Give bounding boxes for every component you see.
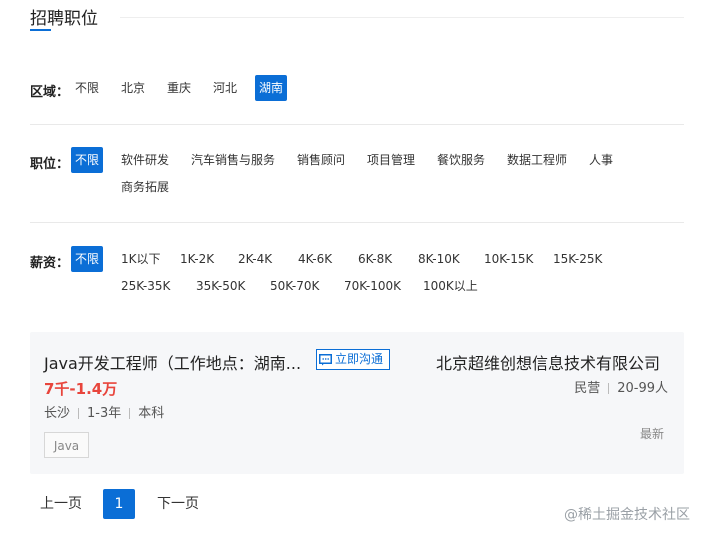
salary-option-10k-15k[interactable]: 10K-15K [484, 246, 533, 272]
company-meta: 民营 20-99人 [574, 377, 668, 396]
filter-label-position: 职位： [30, 157, 70, 172]
salary-option-70k-100k[interactable]: 70K-100K [344, 273, 401, 299]
position-option-data-engineer[interactable]: 数据工程师 [507, 147, 567, 173]
job-city: 长沙 [44, 406, 71, 421]
prev-page-button[interactable]: 上一页 [40, 494, 82, 514]
position-option-sales-consultant[interactable]: 销售顾问 [297, 147, 345, 173]
meta-separator [608, 383, 610, 394]
job-skill-tag: Java [44, 432, 89, 458]
chat-button-label: 立即沟通 [335, 352, 384, 366]
salary-option-15k-25k[interactable]: 15K-25K [553, 246, 602, 272]
position-option-any[interactable]: 不限 [71, 147, 104, 173]
salary-option-2k-4k[interactable]: 2K-4K [238, 246, 272, 272]
region-option-any[interactable]: 不限 [75, 75, 99, 101]
filter-label-salary: 薪资： [30, 256, 70, 271]
chat-button[interactable]: 立即沟通 [316, 349, 390, 370]
position-option-hr[interactable]: 人事 [589, 147, 613, 173]
job-meta: 长沙 1-3年 本科 [44, 402, 164, 421]
filter-label-region: 区域： [30, 85, 70, 100]
meta-separator [78, 408, 80, 419]
position-option-project-management[interactable]: 项目管理 [367, 147, 415, 173]
company-name[interactable]: 北京超维创想信息技术有限公司 [436, 350, 660, 374]
region-option-beijing[interactable]: 北京 [121, 75, 145, 101]
position-option-business-development[interactable]: 商务拓展 [121, 174, 169, 200]
filter-divider [30, 222, 684, 223]
region-option-hebei[interactable]: 河北 [213, 75, 237, 101]
company-size: 20-99人 [617, 381, 668, 396]
section-title-rule [120, 17, 684, 18]
page-number-current[interactable]: 1 [103, 489, 135, 519]
region-option-hunan[interactable]: 湖南 [255, 75, 288, 101]
salary-option-8k-10k[interactable]: 8K-10K [418, 246, 460, 272]
region-option-chongqing[interactable]: 重庆 [167, 75, 191, 101]
next-page-button[interactable]: 下一页 [157, 494, 199, 514]
freshness-badge: 最新 [639, 427, 664, 441]
watermark: @稀土掘金技术社区 [564, 507, 690, 523]
job-card[interactable]: Java开发工程师（工作地点：湖南... 立即沟通 7千-1.4万 长沙 1-3年… [30, 332, 684, 474]
salary-option-1k-2k[interactable]: 1K-2K [180, 246, 214, 272]
meta-separator [129, 408, 131, 419]
salary-option-35k-50k[interactable]: 35K-50K [196, 273, 245, 299]
position-option-catering[interactable]: 餐饮服务 [437, 147, 485, 173]
position-option-auto-sales[interactable]: 汽车销售与服务 [191, 147, 275, 173]
filter-divider [30, 124, 684, 125]
salary-option-below-1k[interactable]: 1K以下 [121, 246, 161, 272]
job-experience: 1-3年 [87, 406, 122, 421]
job-salary: 7千-1.4万 [44, 380, 118, 398]
salary-option-25k-35k[interactable]: 25K-35K [121, 273, 170, 299]
salary-option-6k-8k[interactable]: 6K-8K [358, 246, 392, 272]
position-option-software[interactable]: 软件研发 [121, 147, 169, 173]
salary-option-4k-6k[interactable]: 4K-6K [298, 246, 332, 272]
company-type: 民营 [574, 381, 601, 396]
section-title: 招聘职位 [30, 9, 98, 29]
salary-option-above-100k[interactable]: 100K以上 [423, 273, 478, 299]
salary-option-any[interactable]: 不限 [71, 246, 104, 272]
job-title[interactable]: Java开发工程师（工作地点：湖南... [44, 350, 301, 374]
salary-option-50k-70k[interactable]: 50K-70K [270, 273, 319, 299]
section-title-underline [30, 29, 51, 31]
chat-bubble-icon [319, 353, 332, 365]
job-education: 本科 [138, 406, 165, 421]
